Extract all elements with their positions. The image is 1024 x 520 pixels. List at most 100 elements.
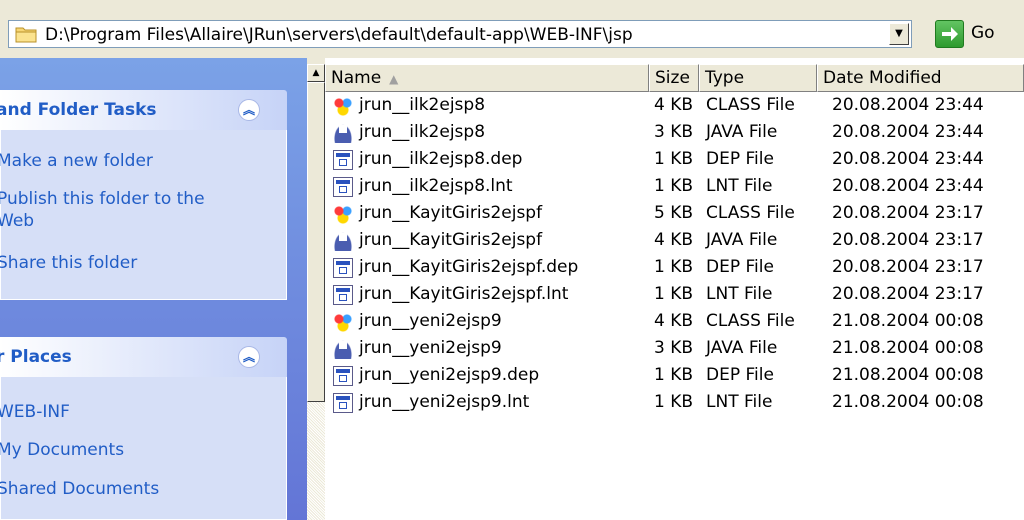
table-row[interactable]: jrun__KayitGiris2ejspf 5 KB CLASS File 20.0… <box>325 200 1024 227</box>
column-headers: Name ▲ Size Type Date Modified <box>325 64 1024 92</box>
file-date: 20.08.2004 23:17 <box>832 257 984 277</box>
generic-file-icon <box>333 177 353 197</box>
table-row[interactable]: jrun__yeni2ejsp9.lnt 1 KB LNT File 21.08.20… <box>325 389 1024 416</box>
file-list: Name ▲ Size Type Date Modified jrun__ilk2… <box>325 58 1024 520</box>
file-name: jrun__KayitGiris2ejspf <box>359 230 543 250</box>
table-row[interactable]: jrun__ilk2ejsp8 3 KB JAVA File 20.08.2004 2… <box>325 119 1024 146</box>
place-link-my-documents[interactable]: My Documents <box>0 439 124 461</box>
generic-file-icon <box>333 285 353 305</box>
file-type: CLASS File <box>706 95 795 115</box>
file-size: 4 KB <box>653 95 693 115</box>
generic-file-icon <box>333 150 353 170</box>
column-header-type[interactable]: Type <box>699 64 817 92</box>
column-label: Size <box>655 68 690 88</box>
file-name: jrun__ilk2ejsp8 <box>359 95 486 115</box>
file-size: 4 KB <box>653 230 693 250</box>
generic-file-icon <box>333 393 353 413</box>
file-date: 20.08.2004 23:17 <box>832 203 984 223</box>
file-rows: jrun__ilk2ejsp8 4 KB CLASS File 20.08.2004 … <box>325 92 1024 416</box>
file-size: 1 KB <box>653 149 693 169</box>
class-file-icon <box>333 312 353 332</box>
file-size: 5 KB <box>653 203 693 223</box>
file-type: LNT File <box>706 176 773 196</box>
java-file-icon <box>333 339 353 359</box>
scroll-up-icon[interactable]: ▲ <box>307 64 325 82</box>
scrollbar-thumb[interactable] <box>307 82 325 402</box>
file-name: jrun__yeni2ejsp9.lnt <box>359 392 530 412</box>
file-name: jrun__ilk2ejsp8 <box>359 122 486 142</box>
table-row[interactable]: jrun__yeni2ejsp9 4 KB CLASS File 21.08.2004… <box>325 308 1024 335</box>
place-link-web-inf[interactable]: WEB-INF <box>0 401 70 423</box>
file-type: JAVA File <box>706 338 778 358</box>
file-size: 1 KB <box>653 257 693 277</box>
java-file-icon <box>333 123 353 143</box>
file-folder-tasks-body: Make a new folder Publish this folder to… <box>0 130 287 300</box>
file-name: jrun__yeni2ejsp9 <box>359 338 502 358</box>
folder-icon <box>15 27 37 43</box>
table-row[interactable]: jrun__ilk2ejsp8.dep 1 KB DEP File 20.08.200… <box>325 146 1024 173</box>
file-size: 1 KB <box>653 365 693 385</box>
scrollbar-track[interactable] <box>307 402 325 520</box>
file-date: 21.08.2004 00:08 <box>832 392 984 412</box>
collapse-chevron-icon[interactable]: ︽ <box>238 346 260 368</box>
column-header-date-modified[interactable]: Date Modified <box>817 64 1024 92</box>
table-row[interactable]: jrun__KayitGiris2ejspf.dep 1 KB DEP File 20… <box>325 254 1024 281</box>
class-file-icon <box>333 204 353 224</box>
file-date: 20.08.2004 23:44 <box>832 122 984 142</box>
table-row[interactable]: jrun__yeni2ejsp9.dep 1 KB DEP File 21.08.20… <box>325 362 1024 389</box>
make-new-folder-link[interactable]: Make a new folder <box>0 150 153 172</box>
table-row[interactable]: jrun__KayitGiris2ejspf 4 KB JAVA File 20.08… <box>325 227 1024 254</box>
java-file-icon <box>333 231 353 251</box>
address-input[interactable]: D:\Program Files\Allaire\JRun\servers\de… <box>8 20 912 48</box>
address-path: D:\Program Files\Allaire\JRun\servers\de… <box>45 25 633 45</box>
file-size: 1 KB <box>653 392 693 412</box>
file-size: 4 KB <box>653 311 693 331</box>
go-button-label[interactable]: Go <box>971 22 995 44</box>
file-name: jrun__ilk2ejsp8.lnt <box>359 176 513 196</box>
file-folder-tasks-header[interactable]: and Folder Tasks ︽ <box>0 90 287 130</box>
sort-ascending-icon: ▲ <box>389 72 399 86</box>
file-name: jrun__ilk2ejsp8.dep <box>359 149 523 169</box>
file-date: 20.08.2004 23:17 <box>832 230 984 250</box>
column-header-size[interactable]: Size <box>649 64 699 92</box>
file-date: 20.08.2004 23:44 <box>832 149 984 169</box>
file-date: 21.08.2004 00:08 <box>832 365 984 385</box>
file-date: 20.08.2004 23:17 <box>832 284 984 304</box>
file-name: jrun__KayitGiris2ejspf.lnt <box>359 284 569 304</box>
file-size: 1 KB <box>653 284 693 304</box>
collapse-chevron-icon[interactable]: ︽ <box>238 99 260 121</box>
file-type: DEP File <box>706 149 774 169</box>
file-name: jrun__yeni2ejsp9 <box>359 311 502 331</box>
place-link-shared-documents[interactable]: Shared Documents <box>0 478 159 500</box>
other-places-header[interactable]: r Places ︽ <box>0 337 287 377</box>
chevron-down-icon[interactable]: ▼ <box>889 23 909 45</box>
file-size: 1 KB <box>653 176 693 196</box>
file-size: 3 KB <box>653 338 693 358</box>
publish-folder-link[interactable]: Publish this folder to the Web <box>0 188 205 232</box>
class-file-icon <box>333 96 353 116</box>
share-folder-link[interactable]: Share this folder <box>0 252 137 274</box>
task-pane-scrollbar[interactable]: ▲ <box>307 58 325 520</box>
section-title: and Folder Tasks <box>0 100 157 120</box>
go-arrow-icon[interactable] <box>935 20 964 48</box>
file-type: DEP File <box>706 365 774 385</box>
file-name: jrun__yeni2ejsp9.dep <box>359 365 540 385</box>
file-type: JAVA File <box>706 122 778 142</box>
file-date: 21.08.2004 00:08 <box>832 311 984 331</box>
file-date: 20.08.2004 23:44 <box>832 176 984 196</box>
file-type: CLASS File <box>706 311 795 331</box>
column-header-name[interactable]: Name ▲ <box>325 64 649 92</box>
file-date: 20.08.2004 23:44 <box>832 95 984 115</box>
file-type: LNT File <box>706 392 773 412</box>
column-label: Type <box>705 68 745 88</box>
table-row[interactable]: jrun__ilk2ejsp8.lnt 1 KB LNT File 20.08.200… <box>325 173 1024 200</box>
file-type: DEP File <box>706 257 774 277</box>
file-name: jrun__KayitGiris2ejspf <box>359 203 543 223</box>
file-name: jrun__KayitGiris2ejspf.dep <box>359 257 579 277</box>
table-row[interactable]: jrun__KayitGiris2ejspf.lnt 1 KB LNT File 20… <box>325 281 1024 308</box>
table-row[interactable]: jrun__ilk2ejsp8 4 KB CLASS File 20.08.2004 … <box>325 92 1024 119</box>
table-row[interactable]: jrun__yeni2ejsp9 3 KB JAVA File 21.08.2004 … <box>325 335 1024 362</box>
file-size: 3 KB <box>653 122 693 142</box>
task-pane: and Folder Tasks ︽ Make a new folder Pub… <box>0 58 307 520</box>
generic-file-icon <box>333 258 353 278</box>
